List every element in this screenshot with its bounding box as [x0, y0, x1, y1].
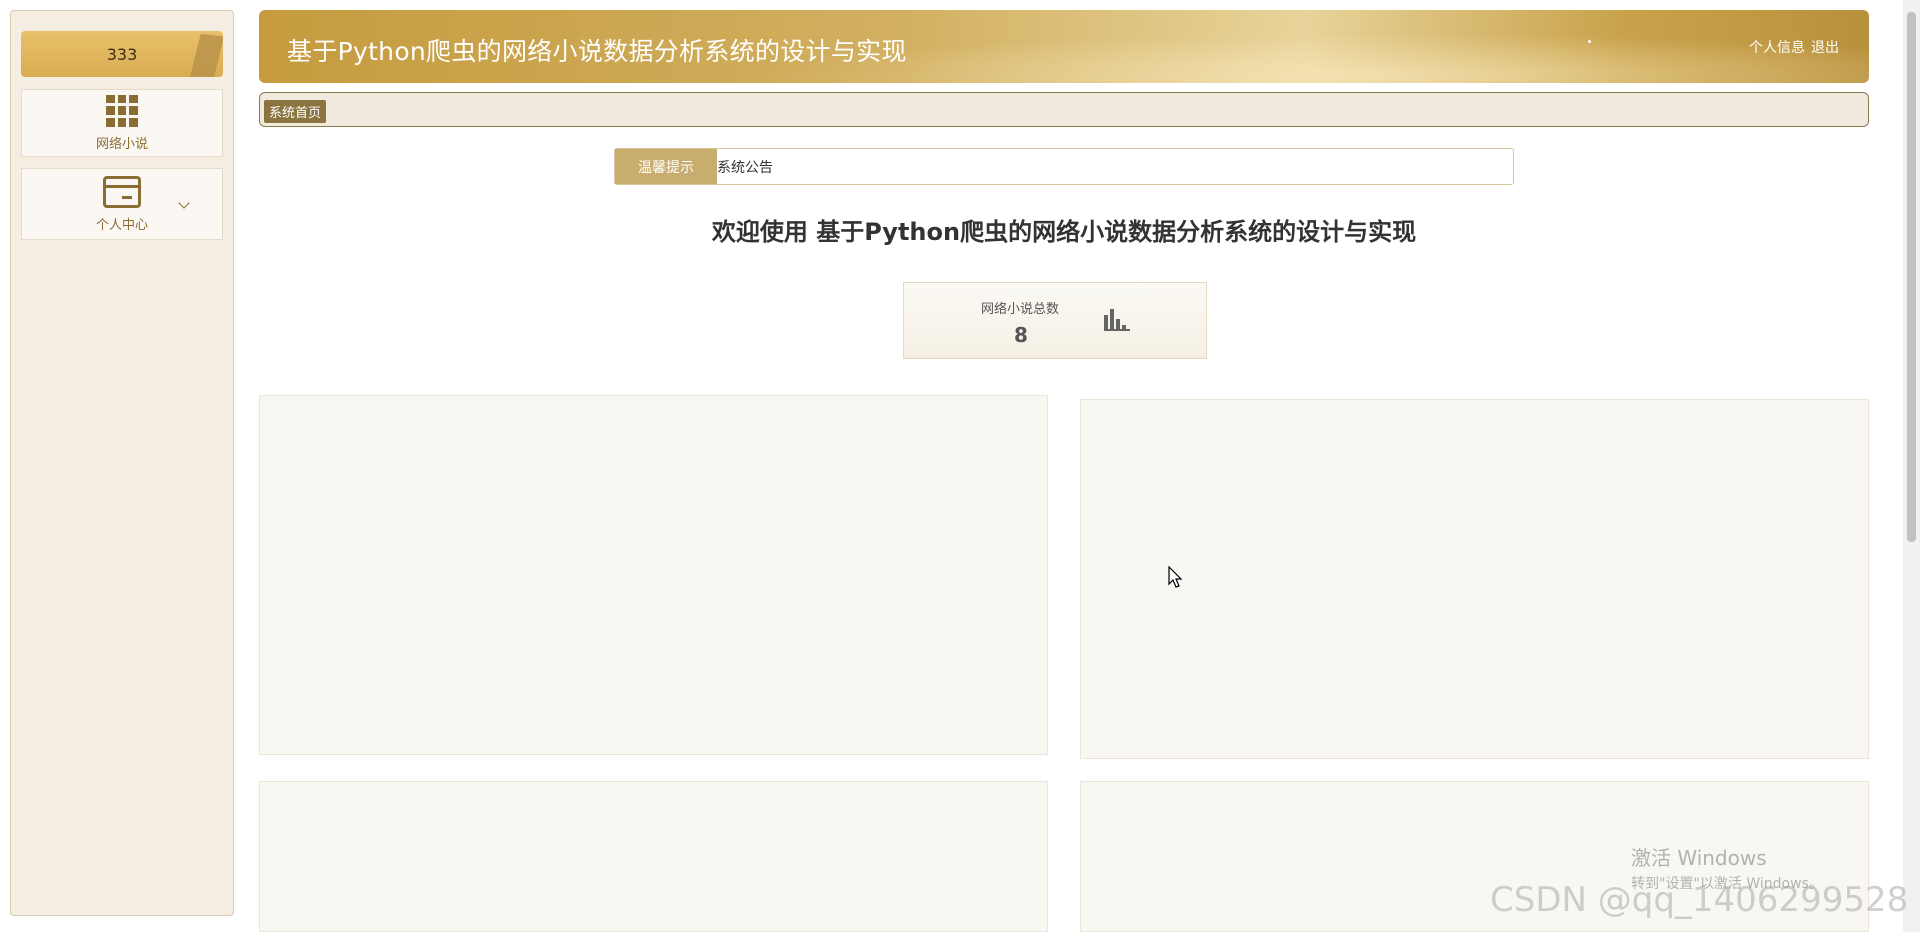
csdn-watermark: CSDN @qq_1406299528	[1490, 880, 1909, 920]
breadcrumb-home[interactable]: 系统首页	[264, 100, 327, 123]
stat-card-novel-total: 网络小说总数 8	[903, 282, 1207, 359]
notice-bar: 温馨提示 系统公告	[614, 148, 1514, 185]
user-badge[interactable]: 333	[21, 31, 223, 77]
bar-chart-icon	[1104, 309, 1130, 331]
logout-link[interactable]: 退出	[1811, 37, 1839, 57]
notice-text[interactable]: 系统公告	[717, 149, 773, 184]
chevron-down-icon[interactable]	[178, 197, 190, 209]
grid-icon	[106, 94, 138, 127]
welcome-heading: 欢迎使用 基于Python爬虫的网络小说数据分析系统的设计与实现	[711, 218, 1417, 246]
stat-label: 网络小说总数	[981, 302, 1060, 317]
breadcrumb: 系统首页	[259, 92, 1869, 127]
card-icon	[103, 175, 141, 208]
sidebar-item-personal-center[interactable]: 个人中心	[21, 168, 223, 240]
notice-label: 温馨提示	[615, 149, 717, 184]
sidebar-item-novels[interactable]: 网络小说	[21, 89, 223, 157]
mouse-cursor-icon	[1168, 566, 1182, 588]
profile-link[interactable]: 个人信息	[1749, 37, 1805, 57]
scrollbar-thumb[interactable]	[1907, 12, 1916, 542]
stat-value: 8	[1014, 323, 1028, 347]
chart-panel-2	[1080, 399, 1869, 759]
sidebar: 333 网络小说 个人中心	[10, 10, 234, 916]
header-banner: 基于Python爬虫的网络小说数据分析系统的设计与实现 个人信息 退出	[259, 10, 1869, 83]
badge-fold-decoration	[189, 33, 223, 77]
user-badge-label: 333	[106, 44, 138, 64]
header-links: 个人信息 退出	[1749, 37, 1839, 57]
page-title: 基于Python爬虫的网络小说数据分析系统的设计与实现	[287, 37, 907, 66]
chart-panel-3	[259, 781, 1048, 932]
sidebar-item-label: 个人中心	[95, 217, 148, 233]
page-scrollbar[interactable]	[1903, 0, 1920, 932]
decorative-dot	[1588, 40, 1591, 43]
chart-panel-1	[259, 395, 1048, 755]
sidebar-item-label: 网络小说	[95, 136, 148, 152]
windows-activation-title: 激活 Windows	[1631, 846, 1767, 870]
